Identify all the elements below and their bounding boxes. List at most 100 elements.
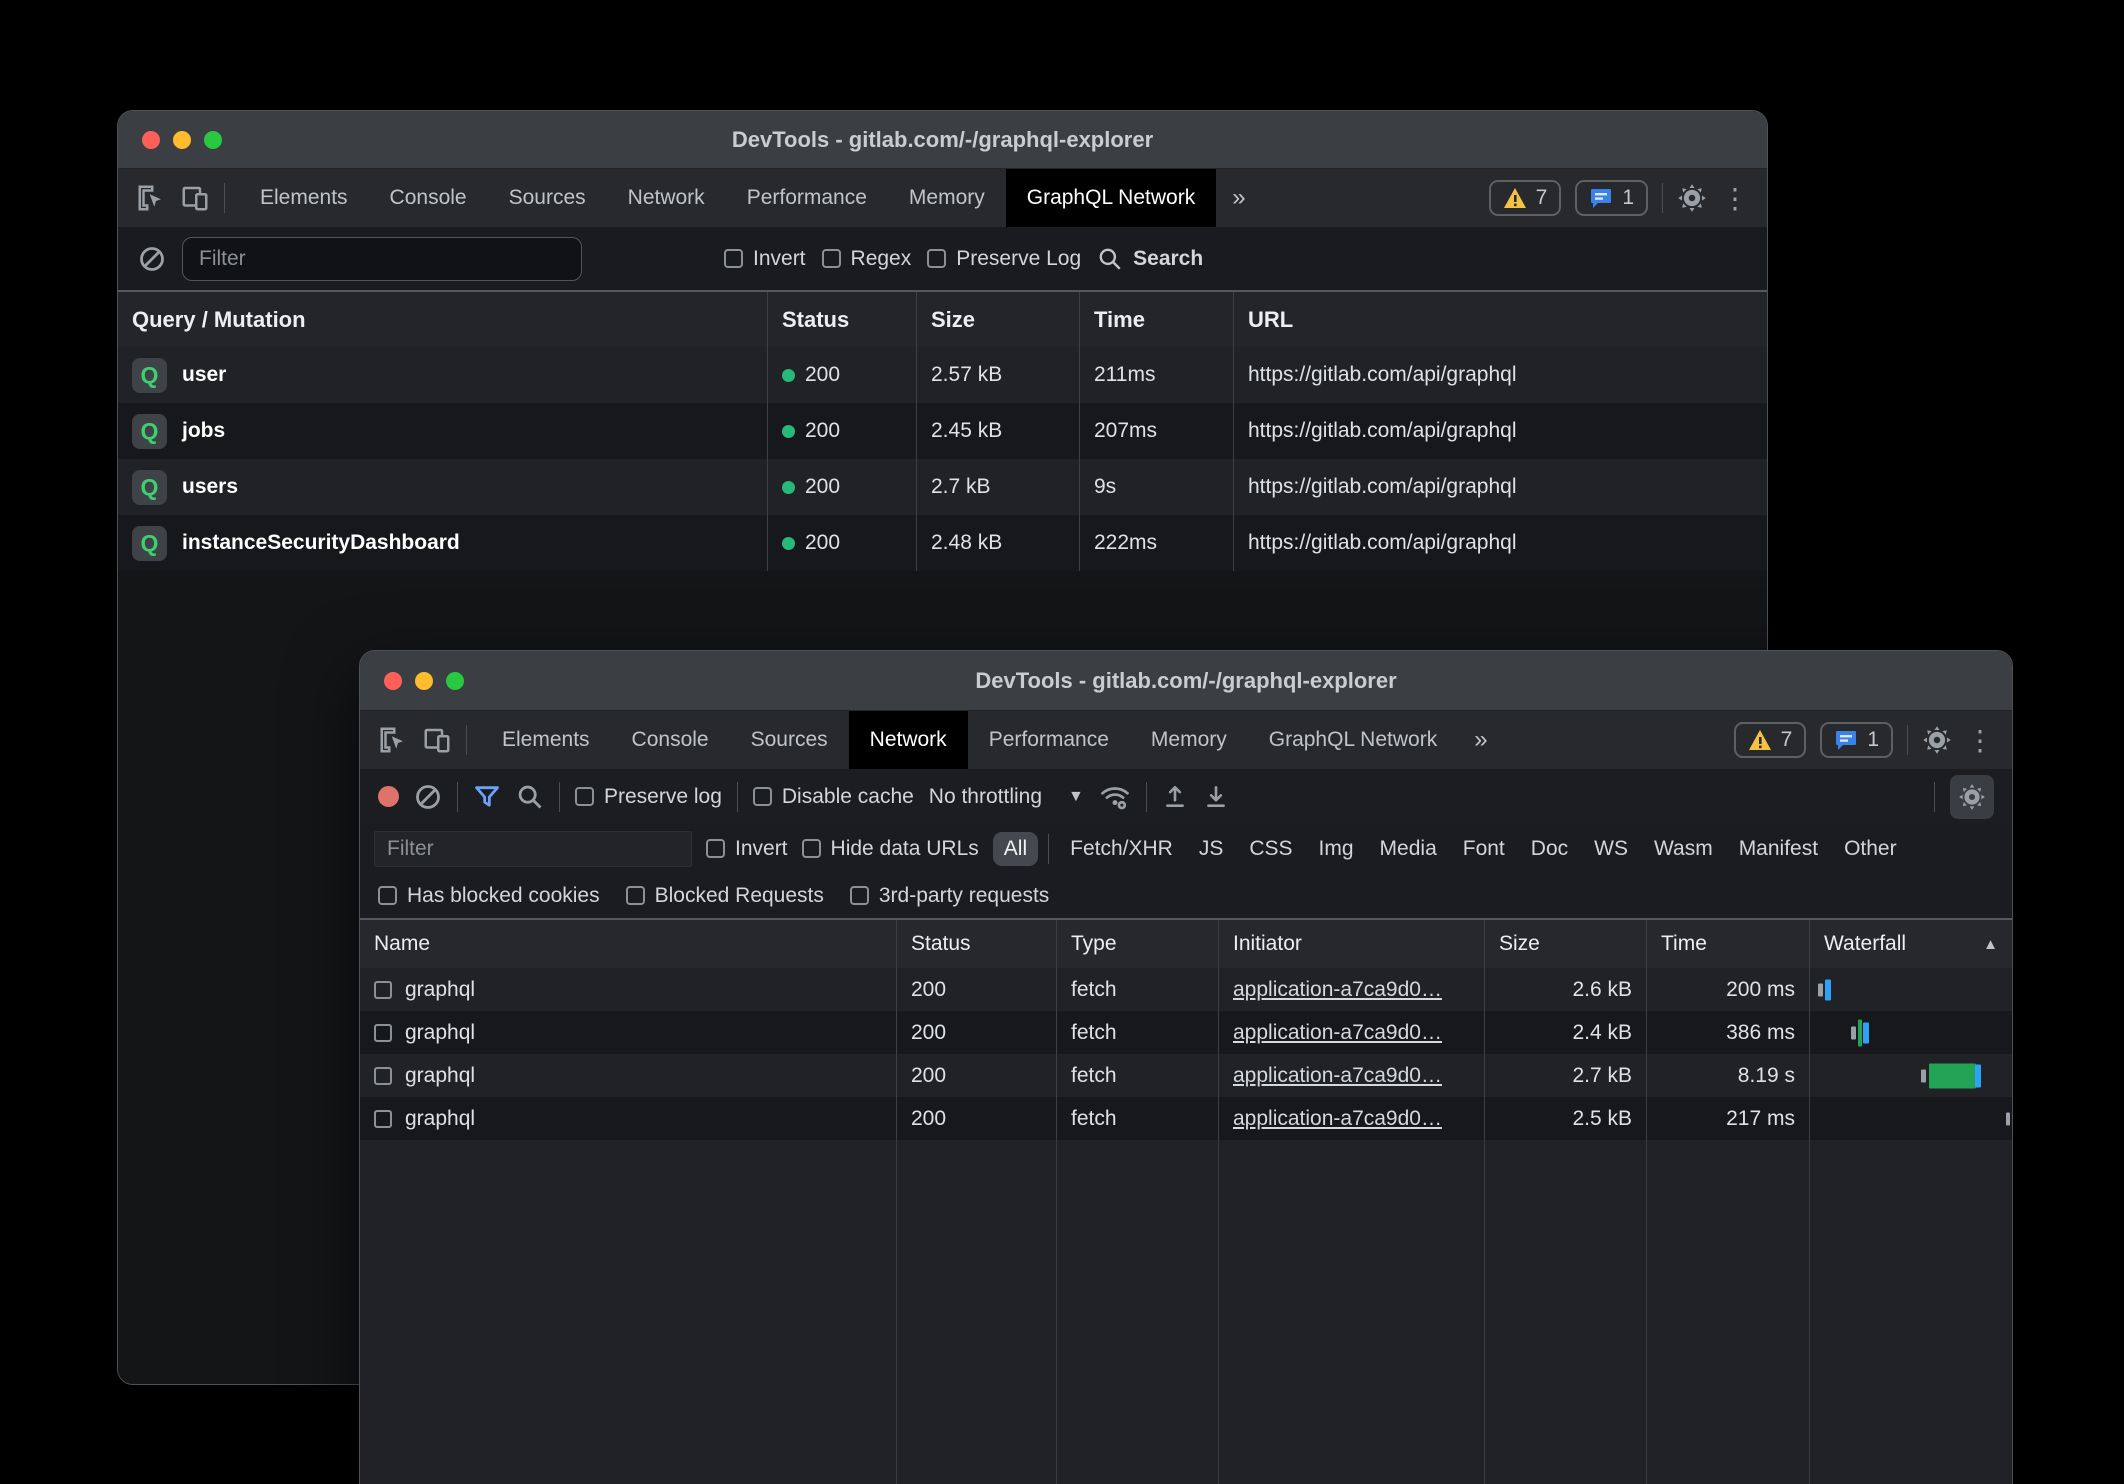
third-party-requests-checkbox[interactable]: 3rd-party requests	[850, 884, 1049, 908]
checkbox[interactable]	[724, 249, 743, 268]
column-header-query-mutation[interactable]: Query / Mutation	[118, 292, 767, 347]
zoom-window-button[interactable]	[446, 672, 464, 690]
column-header-type[interactable]: Type	[1056, 920, 1218, 968]
tab-performance[interactable]: Performance	[726, 169, 888, 227]
column-header-time[interactable]: Time	[1646, 920, 1809, 968]
checkbox[interactable]	[850, 886, 869, 905]
invert-checkbox[interactable]: Invert	[724, 247, 806, 271]
checkbox[interactable]	[802, 839, 821, 858]
close-window-button[interactable]	[142, 131, 160, 149]
record-button[interactable]	[378, 786, 399, 807]
tab-memory[interactable]: Memory	[888, 169, 1006, 227]
table-row[interactable]: Quser 200 2.57 kB 211ms https://gitlab.c…	[118, 347, 1767, 403]
filter-chip-wasm[interactable]: Wasm	[1643, 832, 1724, 866]
table-row[interactable]: graphql 200 fetch application-a7ca9d0… 2…	[360, 968, 2012, 1011]
initiator-link[interactable]: application-a7ca9d0…	[1233, 978, 1442, 1002]
inspect-element-icon[interactable]	[136, 183, 166, 213]
table-row[interactable]: graphql 200 fetch application-a7ca9d0… 2…	[360, 1011, 2012, 1054]
inspect-element-icon[interactable]	[378, 725, 408, 755]
filter-chip-doc[interactable]: Doc	[1520, 832, 1579, 866]
clear-icon[interactable]	[414, 783, 442, 811]
disable-cache-checkbox[interactable]: Disable cache	[753, 785, 914, 809]
checkbox[interactable]	[626, 886, 645, 905]
filter-input[interactable]	[374, 831, 692, 867]
row-checkbox[interactable]	[374, 981, 392, 999]
tab-network[interactable]: Network	[607, 169, 726, 227]
kebab-menu-icon[interactable]: ⋮	[1721, 182, 1749, 215]
filter-chip-fetch-xhr[interactable]: Fetch/XHR	[1059, 832, 1184, 866]
checkbox[interactable]	[378, 886, 397, 905]
hide-data-urls-checkbox[interactable]: Hide data URLs	[802, 837, 979, 861]
filter-chip-other[interactable]: Other	[1833, 832, 1908, 866]
table-row[interactable]: graphql 200 fetch application-a7ca9d0… 2…	[360, 1054, 2012, 1097]
column-header-time[interactable]: Time	[1079, 292, 1233, 347]
tab-elements[interactable]: Elements	[481, 711, 611, 769]
tab-network[interactable]: Network	[849, 711, 968, 769]
preserve-log-checkbox[interactable]: Preserve Log	[927, 247, 1081, 271]
blocked-requests-checkbox[interactable]: Blocked Requests	[626, 884, 824, 908]
invert-checkbox[interactable]: Invert	[706, 837, 788, 861]
checkbox[interactable]	[706, 839, 725, 858]
tab-console[interactable]: Console	[369, 169, 488, 227]
table-row[interactable]: QinstanceSecurityDashboard 200 2.48 kB 2…	[118, 515, 1767, 571]
row-checkbox[interactable]	[374, 1024, 392, 1042]
close-window-button[interactable]	[384, 672, 402, 690]
column-header-name[interactable]: Name	[360, 920, 896, 968]
network-settings-button[interactable]	[1950, 775, 1994, 819]
table-row[interactable]: graphql 200 fetch application-a7ca9d0… 2…	[360, 1097, 2012, 1140]
filter-funnel-icon[interactable]	[473, 783, 501, 811]
table-row[interactable]: Qusers 200 2.7 kB 9s https://gitlab.com/…	[118, 459, 1767, 515]
issues-badge[interactable]: 1	[1820, 722, 1893, 758]
warnings-badge[interactable]: 7	[1489, 180, 1562, 216]
initiator-link[interactable]: application-a7ca9d0…	[1233, 1107, 1442, 1131]
tab-console[interactable]: Console	[611, 711, 730, 769]
column-header-status[interactable]: Status	[767, 292, 916, 347]
tab-graphql-network[interactable]: GraphQL Network	[1248, 711, 1458, 769]
initiator-link[interactable]: application-a7ca9d0…	[1233, 1021, 1442, 1045]
filter-chip-manifest[interactable]: Manifest	[1728, 832, 1829, 866]
checkbox[interactable]	[927, 249, 946, 268]
table-row[interactable]: Qjobs 200 2.45 kB 207ms https://gitlab.c…	[118, 403, 1767, 459]
filter-chip-ws[interactable]: WS	[1583, 832, 1639, 866]
column-header-status[interactable]: Status	[896, 920, 1056, 968]
warnings-badge[interactable]: 7	[1734, 722, 1807, 758]
filter-chip-css[interactable]: CSS	[1238, 832, 1303, 866]
filter-chip-img[interactable]: Img	[1308, 832, 1365, 866]
titlebar[interactable]: DevTools - gitlab.com/-/graphql-explorer	[118, 111, 1767, 169]
column-header-initiator[interactable]: Initiator	[1218, 920, 1484, 968]
checkbox[interactable]	[753, 787, 772, 806]
filter-chip-js[interactable]: JS	[1188, 832, 1235, 866]
has-blocked-cookies-checkbox[interactable]: Has blocked cookies	[378, 884, 600, 908]
more-tabs-chevron[interactable]: »	[1458, 711, 1503, 769]
kebab-menu-icon[interactable]: ⋮	[1966, 724, 1994, 757]
column-header-size[interactable]: Size	[916, 292, 1079, 347]
tab-memory[interactable]: Memory	[1130, 711, 1248, 769]
device-toolbar-icon[interactable]	[180, 183, 210, 213]
import-har-icon[interactable]	[1162, 783, 1188, 811]
minimize-window-button[interactable]	[415, 672, 433, 690]
tab-performance[interactable]: Performance	[968, 711, 1130, 769]
row-checkbox[interactable]	[374, 1067, 392, 1085]
filter-chip-media[interactable]: Media	[1369, 832, 1448, 866]
filter-input[interactable]	[182, 237, 582, 281]
tab-elements[interactable]: Elements	[239, 169, 369, 227]
column-header-waterfall[interactable]: Waterfall ▲	[1809, 920, 2012, 968]
search-icon[interactable]	[516, 783, 544, 811]
checkbox[interactable]	[822, 249, 841, 268]
titlebar[interactable]: DevTools - gitlab.com/-/graphql-explorer	[360, 651, 2012, 711]
row-checkbox[interactable]	[374, 1110, 392, 1128]
search-button[interactable]: Search	[1097, 246, 1203, 272]
minimize-window-button[interactable]	[173, 131, 191, 149]
more-tabs-chevron[interactable]: »	[1216, 169, 1261, 227]
tab-sources[interactable]: Sources	[730, 711, 849, 769]
checkbox[interactable]	[575, 787, 594, 806]
device-toolbar-icon[interactable]	[422, 725, 452, 755]
filter-chip-font[interactable]: Font	[1452, 832, 1516, 866]
column-header-url[interactable]: URL	[1233, 292, 1767, 347]
tab-graphql-network[interactable]: GraphQL Network	[1006, 169, 1216, 227]
settings-gear-icon[interactable]	[1677, 183, 1707, 213]
preserve-log-checkbox[interactable]: Preserve log	[575, 785, 722, 809]
regex-checkbox[interactable]: Regex	[822, 247, 912, 271]
issues-badge[interactable]: 1	[1575, 180, 1648, 216]
network-conditions-icon[interactable]	[1099, 782, 1131, 812]
